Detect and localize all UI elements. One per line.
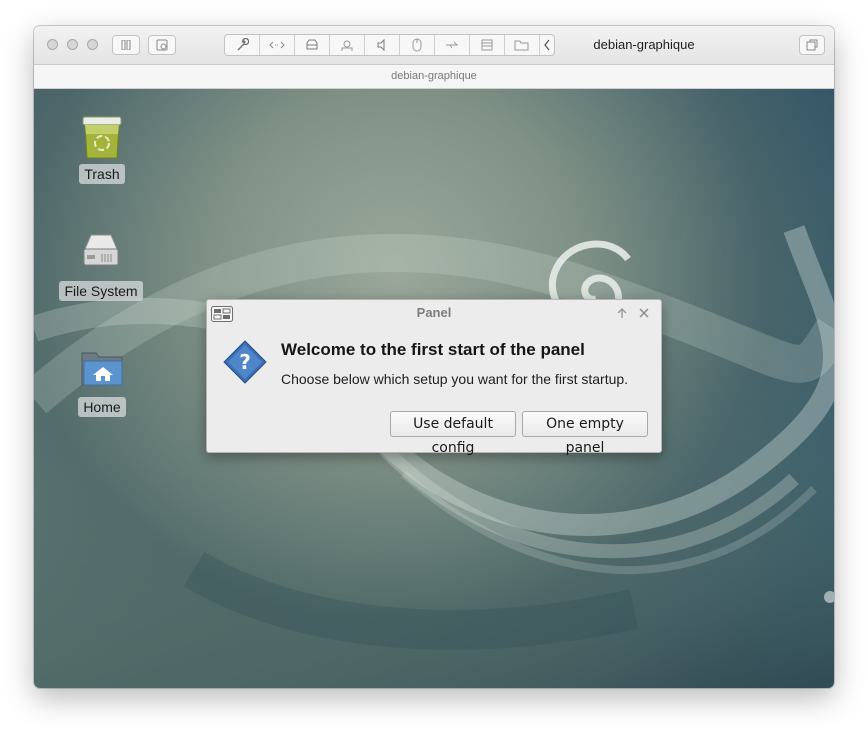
mouse-tool[interactable] <box>400 35 435 55</box>
usb-tool[interactable] <box>435 35 470 55</box>
dialog-close-button[interactable] <box>638 307 650 319</box>
drive-tool[interactable] <box>295 35 330 55</box>
desktop-icon-label: File System <box>59 281 143 301</box>
home-folder-icon <box>81 352 123 386</box>
dialog-keep-above-button[interactable] <box>616 307 628 319</box>
vm-subtitle: debian-graphique <box>34 65 834 89</box>
desktop-icon-home[interactable]: Home <box>57 347 147 417</box>
dialog-title: Panel <box>416 305 452 320</box>
fullscreen-icon <box>806 39 818 51</box>
one-empty-panel-button[interactable]: One empty panel <box>522 411 648 456</box>
desktop-icon-trash[interactable]: Trash <box>57 114 147 184</box>
close-window-button[interactable] <box>47 39 58 50</box>
minimize-window-button[interactable] <box>67 39 78 50</box>
use-default-config-button[interactable]: Use default config <box>390 411 516 456</box>
desktop-icon-label: Trash <box>79 164 125 184</box>
camera-icon <box>341 40 353 51</box>
drive-icon <box>306 39 318 50</box>
snapshot-button[interactable] <box>148 35 176 55</box>
collapse-toolbar-tool[interactable] <box>540 35 554 55</box>
window-title: debian-graphique <box>593 37 695 52</box>
snapshot-icon <box>156 39 168 51</box>
camera-tool[interactable] <box>330 35 365 55</box>
code-arrows-icon <box>269 41 285 49</box>
panel-welcome-dialog: Panel ? Welcome to the first start of th… <box>206 299 662 456</box>
shared-folder-icon <box>514 40 529 51</box>
storage-tool[interactable] <box>470 35 505 55</box>
wrench-icon <box>237 38 249 51</box>
mouse-icon <box>412 38 422 52</box>
svg-text:?: ? <box>239 350 251 374</box>
shared-folder-tool[interactable] <box>505 35 540 55</box>
trash-icon <box>82 116 122 159</box>
hard-drive-icon <box>83 234 119 266</box>
vm-toolbar <box>224 34 555 56</box>
guest-desktop: Trash File System Home Panel ? Welcome t… <box>34 89 834 688</box>
pause-button[interactable] <box>112 35 140 55</box>
dialog-heading: Welcome to the first start of the panel <box>281 340 585 359</box>
vm-window: debian-graphique debian-graphique Trash … <box>34 26 834 688</box>
usb-icon <box>446 41 458 49</box>
storage-icon <box>481 39 493 51</box>
zoom-window-button[interactable] <box>87 39 98 50</box>
wallpaper-dot <box>824 591 834 603</box>
chevron-left-icon <box>544 39 550 51</box>
fullscreen-button[interactable] <box>799 35 825 55</box>
audio-tool[interactable] <box>365 35 400 55</box>
settings-tool[interactable] <box>225 35 260 55</box>
pause-icon <box>121 40 131 50</box>
desktop-icon-file-system[interactable]: File System <box>56 231 146 301</box>
speaker-icon <box>377 38 385 52</box>
question-icon: ? <box>223 340 267 384</box>
network-tool[interactable] <box>260 35 295 55</box>
desktop-icon-label: Home <box>78 397 126 417</box>
titlebar: debian-graphique <box>34 26 834 65</box>
dialog-message: Choose below which setup you want for th… <box>281 371 629 387</box>
